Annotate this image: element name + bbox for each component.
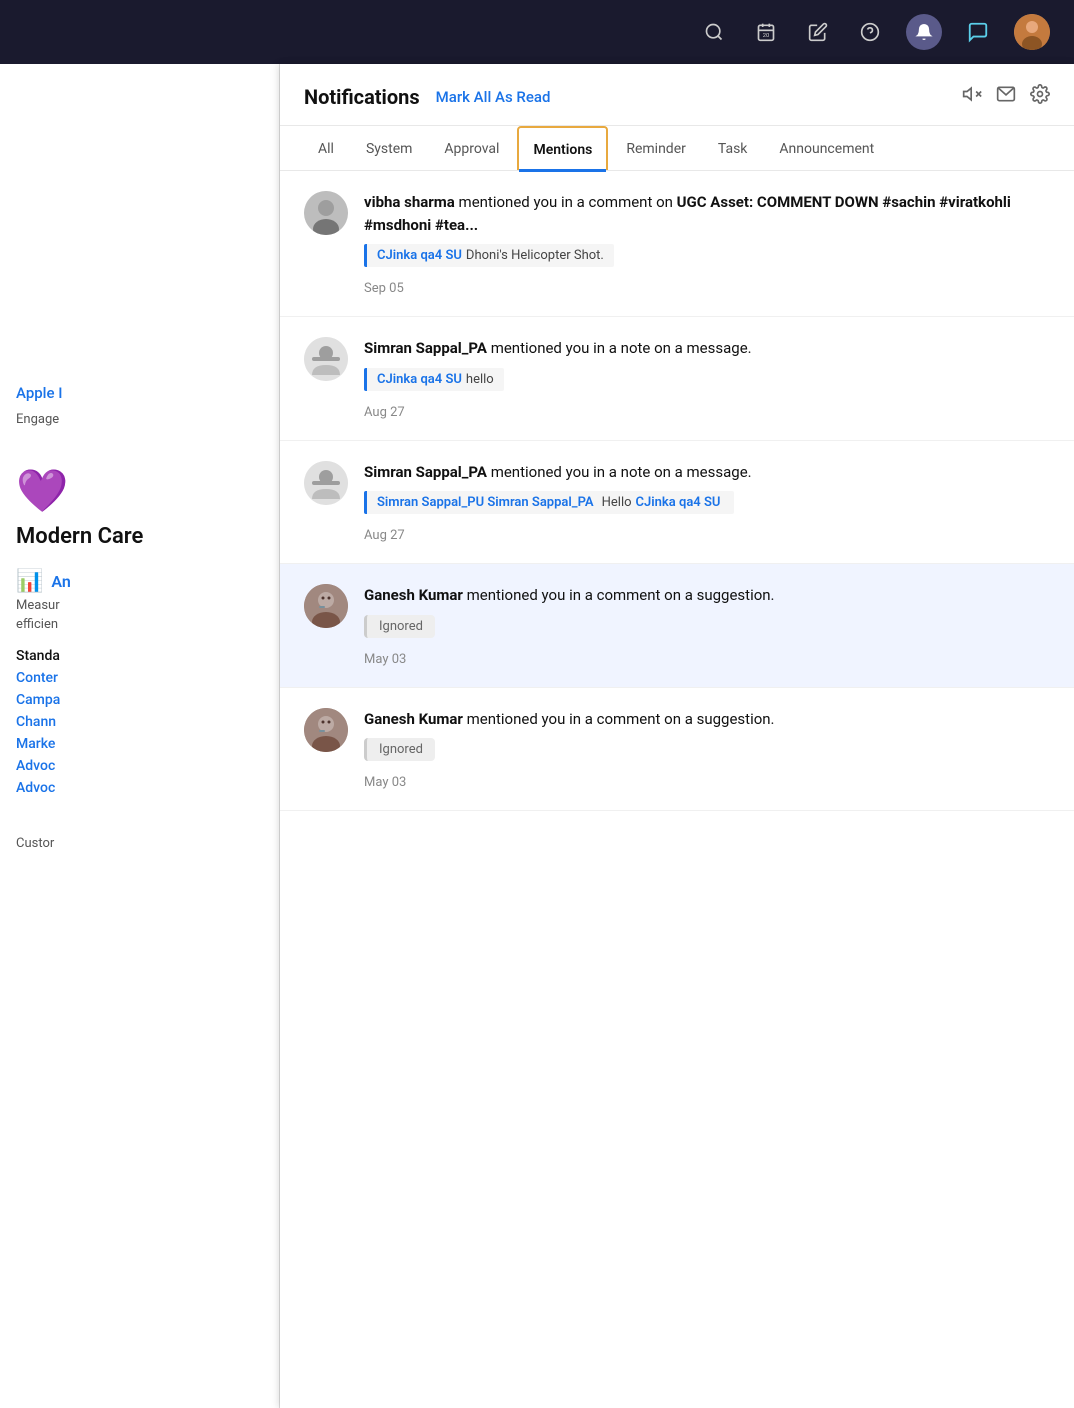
- sidebar-background: Apple I Engage 💜 Modern Care 📊 An Measur…: [0, 64, 280, 1408]
- edit-icon[interactable]: [802, 16, 834, 48]
- notif-tag-vibha: CJinka qa4 SU Dhoni's Helicopter Shot.: [364, 244, 614, 267]
- notif-avatar-ganesh1: [304, 584, 348, 628]
- sidebar-channel-link[interactable]: Chann: [16, 714, 263, 730]
- notif-ignored-tag-ganesh2: Ignored: [364, 738, 435, 761]
- tab-mentions[interactable]: Mentions: [517, 126, 608, 170]
- tab-approval[interactable]: Approval: [430, 127, 513, 169]
- tab-announcement[interactable]: Announcement: [765, 127, 888, 169]
- notif-avatar-ganesh2: [304, 708, 348, 752]
- notif-text-simran2: Simran Sappal_PA mentioned you in a note…: [364, 461, 1050, 484]
- notif-date-ganesh2: May 03: [364, 775, 1050, 790]
- sidebar-market-link[interactable]: Marke: [16, 736, 263, 752]
- notif-content-ganesh2: Ganesh Kumar mentioned you in a comment …: [364, 708, 1050, 791]
- notif-text-simran1: Simran Sappal_PA mentioned you in a note…: [364, 337, 1050, 360]
- notif-content-ganesh1: Ganesh Kumar mentioned you in a comment …: [364, 584, 1050, 667]
- sidebar-advoca2-link[interactable]: Advoc: [16, 780, 263, 796]
- notif-date-simran2: Aug 27: [364, 528, 1050, 543]
- help-icon[interactable]: [854, 16, 886, 48]
- panel-header: Notifications Mark All As Read: [280, 64, 1074, 126]
- notification-item: Ganesh Kumar mentioned you in a comment …: [280, 688, 1074, 812]
- calendar-icon[interactable]: 20: [750, 16, 782, 48]
- notifications-panel: Notifications Mark All As Read All Syst: [280, 64, 1074, 1408]
- notification-item: vibha sharma mentioned you in a comment …: [280, 171, 1074, 317]
- sidebar-campaign-link[interactable]: Campa: [16, 692, 263, 708]
- tab-all[interactable]: All: [304, 127, 348, 169]
- tag-author-simran1: CJinka qa4 SU: [377, 372, 462, 387]
- notif-date-simran1: Aug 27: [364, 405, 1050, 420]
- notif-ignored-tag-ganesh1: Ignored: [364, 615, 435, 638]
- tabs-bar: All System Approval Mentions Reminder Ta…: [280, 126, 1074, 171]
- analytics-label: An: [51, 572, 70, 591]
- panel-title: Notifications: [304, 85, 420, 109]
- chat-icon[interactable]: [962, 16, 994, 48]
- sidebar-standa: Standa: [16, 648, 263, 664]
- notif-text-ganesh1: Ganesh Kumar mentioned you in a comment …: [364, 584, 1050, 607]
- notif-tag-simran1: CJinka qa4 SU hello: [364, 368, 504, 391]
- sidebar-engage-text: Engage: [16, 412, 59, 427]
- email-icon[interactable]: [996, 84, 1016, 109]
- notif-date-vibha: Sep 05: [364, 281, 1050, 296]
- tab-reminder[interactable]: Reminder: [612, 127, 700, 169]
- mark-all-read-button[interactable]: Mark All As Read: [436, 88, 962, 106]
- tag-text-simran1: hello: [466, 372, 494, 387]
- customer-text: Custor: [16, 836, 263, 851]
- user-avatar[interactable]: [1014, 14, 1050, 50]
- tag-author-vibha: CJinka qa4 SU: [377, 248, 462, 263]
- modern-care-label: Modern Care: [16, 524, 143, 549]
- notif-content-simran2: Simran Sappal_PA mentioned you in a note…: [364, 461, 1050, 544]
- measure-text: Measur: [16, 598, 263, 613]
- tag-author-simran2b: CJinka qa4 SU: [636, 495, 721, 510]
- notification-item: Ganesh Kumar mentioned you in a comment …: [280, 564, 1074, 688]
- notif-text-vibha: vibha sharma mentioned you in a comment …: [364, 191, 1050, 236]
- notif-avatar-simran2: [304, 461, 348, 505]
- notif-date-ganesh1: May 03: [364, 652, 1050, 667]
- notification-item: Simran Sappal_PA mentioned you in a note…: [280, 317, 1074, 441]
- bell-icon[interactable]: [906, 14, 942, 50]
- notif-avatar-simran1: [304, 337, 348, 381]
- sidebar-apple-link[interactable]: Apple I: [16, 384, 263, 402]
- notif-text-ganesh2: Ganesh Kumar mentioned you in a comment …: [364, 708, 1050, 731]
- bar-chart-icon: 📊: [16, 569, 43, 594]
- notif-avatar-vibha: [304, 191, 348, 235]
- notif-content-vibha: vibha sharma mentioned you in a comment …: [364, 191, 1050, 296]
- panel-actions: [962, 84, 1050, 109]
- tag-hello-text: Hello: [602, 495, 632, 510]
- notification-item: Simran Sappal_PA mentioned you in a note…: [280, 441, 1074, 565]
- search-icon[interactable]: [698, 16, 730, 48]
- svg-text:20: 20: [763, 33, 770, 39]
- tag-text-vibha: Dhoni's Helicopter Shot.: [466, 248, 604, 263]
- mute-icon[interactable]: [962, 84, 982, 109]
- heart-icon: 💜: [16, 467, 68, 516]
- efficient-text: efficien: [16, 617, 263, 632]
- top-navigation: 20: [0, 0, 1074, 64]
- sidebar-advoca1-link[interactable]: Advoc: [16, 758, 263, 774]
- sidebar-content-link[interactable]: Conter: [16, 670, 263, 686]
- settings-icon[interactable]: [1030, 84, 1050, 109]
- notif-tag-simran2: Simran Sappal_PU Simran Sappal_PA Hello …: [364, 491, 734, 514]
- tab-task[interactable]: Task: [704, 127, 762, 169]
- tab-system[interactable]: System: [352, 127, 426, 169]
- notif-content-simran1: Simran Sappal_PA mentioned you in a note…: [364, 337, 1050, 420]
- tag-author-simran2a: Simran Sappal_PU Simran Sappal_PA: [377, 495, 594, 510]
